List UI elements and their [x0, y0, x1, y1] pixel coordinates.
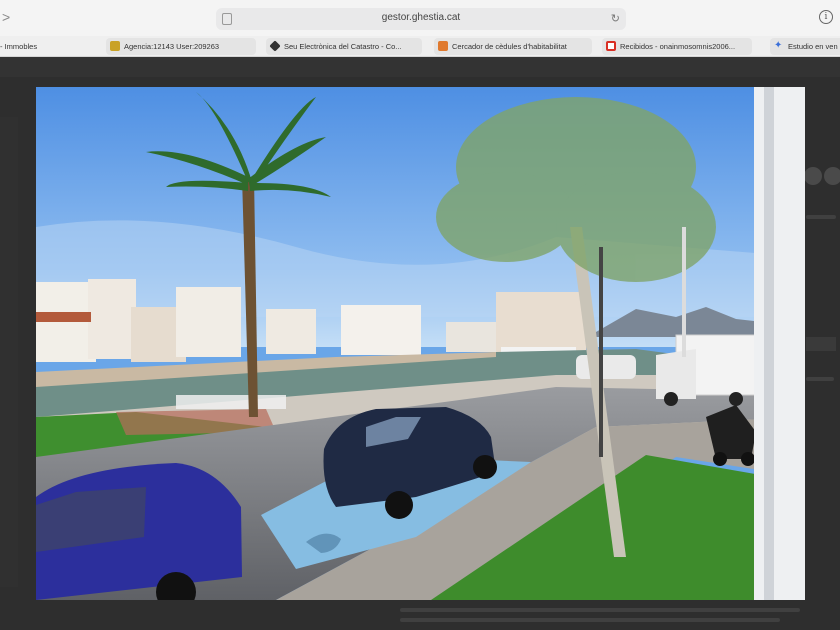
dimmed-header: [0, 57, 840, 77]
wheel: [664, 392, 678, 406]
dimmed-text: [400, 608, 800, 612]
url-text: gestor.ghestia.cat: [381, 12, 461, 23]
catastro-icon: [269, 40, 281, 52]
wheel: [729, 392, 743, 406]
dimmed-favorite-icon: [824, 167, 840, 185]
bookmark-label: Recibidos - onainmosomnis2006...: [620, 42, 736, 51]
building: [496, 292, 586, 352]
parked-car: [576, 355, 636, 379]
dimmed-text: [400, 618, 780, 622]
dimmed-text: [806, 215, 836, 219]
forward-chevron-icon[interactable]: >: [2, 9, 16, 25]
gold-badge-icon: [110, 41, 120, 51]
bookmark-agencia[interactable]: Agencia:12143 User:209263: [106, 38, 256, 55]
street-view-marina-photo: [36, 87, 805, 600]
bookmark-habitabilitat[interactable]: Cercador de cèdules d'habitabilitat: [434, 38, 592, 55]
window-frame-edge: [764, 87, 774, 600]
building: [446, 322, 496, 352]
star-icon: ✦: [774, 40, 783, 51]
railing: [176, 395, 286, 409]
flagpole: [682, 227, 686, 357]
wheel: [385, 491, 413, 519]
van-cab: [656, 349, 696, 399]
building: [88, 279, 136, 359]
window-frame: [754, 87, 805, 600]
gmail-icon: [606, 41, 616, 51]
bookmark-label: Cercador de cèdules d'habitabilitat: [452, 42, 567, 51]
bookmark-gmail[interactable]: Recibidos - onainmosomnis2006...: [602, 38, 752, 55]
address-bar[interactable]: gestor.ghestia.cat ↻: [216, 8, 626, 30]
bookmark-catastro[interactable]: Seu Electrònica del Catastro - Co...: [266, 38, 422, 55]
info-icon[interactable]: i: [819, 10, 833, 24]
dimmed-share-icon: [804, 167, 822, 185]
wheel: [741, 452, 755, 466]
bookmark-immobles[interactable]: - Immobles: [0, 38, 80, 55]
balcony: [36, 312, 91, 322]
browser-toolbar: > gestor.ghestia.cat ↻ i: [0, 0, 840, 36]
bookmark-label: Agencia:12143 User:209263: [124, 42, 220, 51]
wheel: [473, 455, 497, 479]
bookmark-label: Estudio en ven: [788, 42, 838, 51]
street-lamp: [599, 247, 603, 457]
reload-icon[interactable]: ↻: [611, 12, 620, 25]
bookmarks-bar: - Immobles Agencia:12143 User:209263 Seu…: [0, 36, 840, 57]
habitabilitat-icon: [438, 41, 448, 51]
dimmed-price: [806, 337, 836, 351]
building: [266, 309, 316, 354]
bookmark-label: Seu Electrònica del Catastro - Co...: [284, 42, 402, 51]
dimmed-left-gutter: [0, 117, 18, 587]
wheel: [713, 452, 727, 466]
building: [176, 287, 241, 357]
bookmark-label: - Immobles: [0, 42, 38, 51]
dimmed-text: [806, 377, 834, 381]
lightbox-photo[interactable]: [36, 87, 805, 600]
building: [341, 305, 421, 355]
bookmark-estudio[interactable]: ✦ Estudio en ven: [770, 38, 840, 55]
